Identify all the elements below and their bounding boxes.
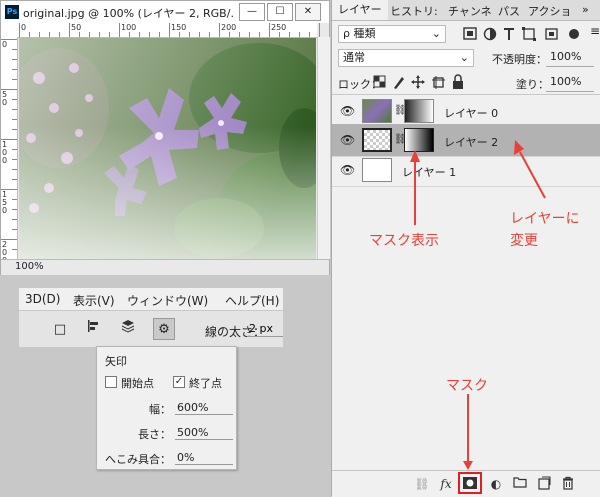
annotation-mask: マスク	[446, 378, 488, 394]
annotation-mask-display: マスク表示	[369, 233, 439, 249]
annotation-change-line1: レイヤーに	[510, 211, 580, 227]
arrow-to-selected-layer	[519, 151, 546, 199]
annotation-change-line2: 変更	[510, 233, 538, 249]
